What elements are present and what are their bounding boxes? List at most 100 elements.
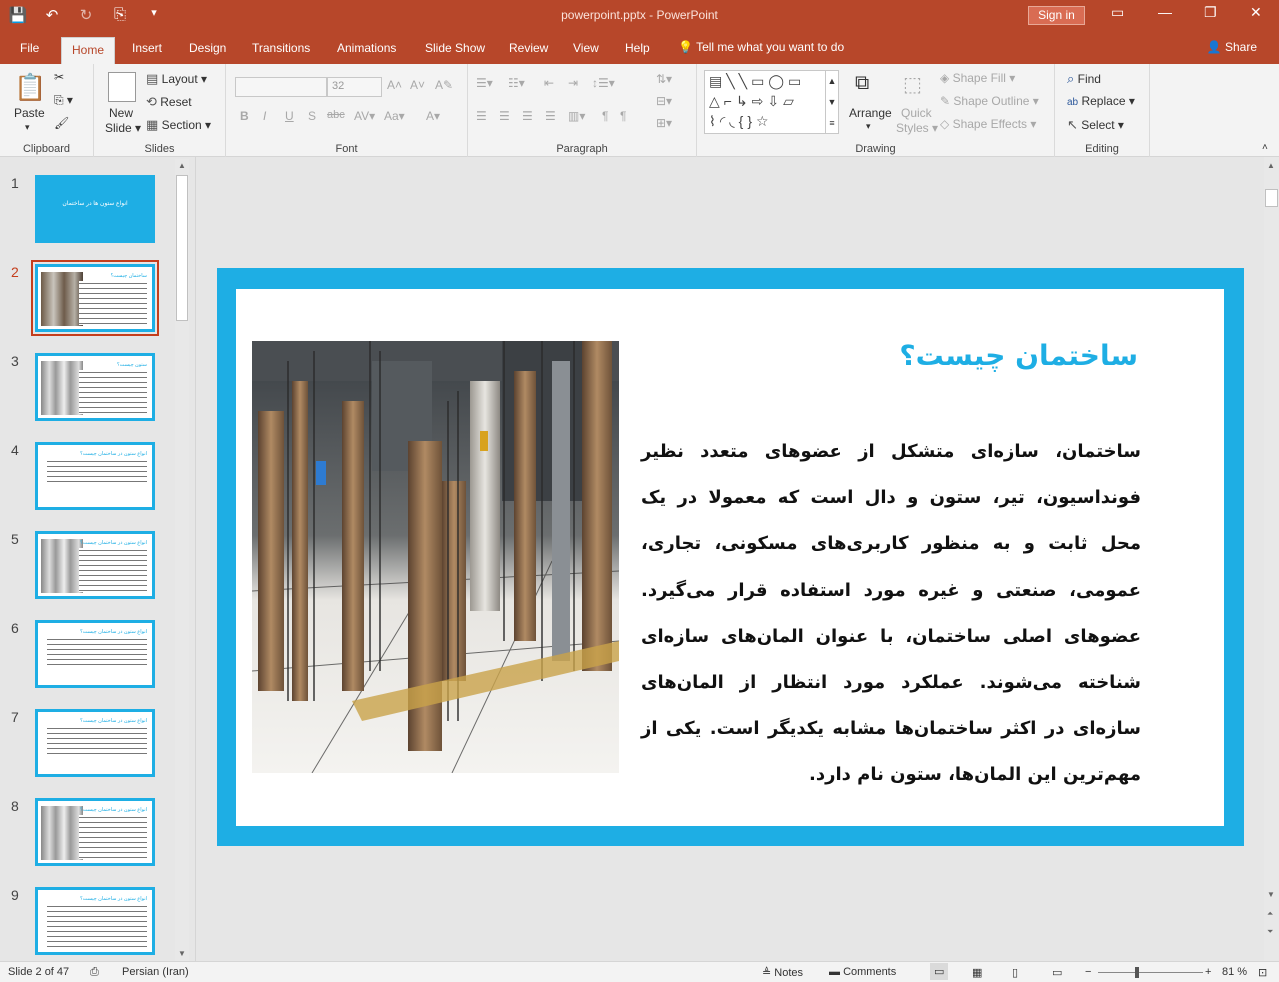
quick-styles-dropdown[interactable]: Styles ▾: [896, 121, 938, 135]
scroll-up-icon[interactable]: ▲: [178, 161, 186, 170]
increase-font-size-icon[interactable]: A˄: [387, 78, 402, 92]
thumbnail-image[interactable]: انواع ستون در ساختمان چیست؟: [35, 531, 155, 599]
ribbon-display-options-icon[interactable]: ▭: [1111, 4, 1124, 21]
collapse-ribbon-icon[interactable]: ˄: [1262, 142, 1268, 153]
share-button[interactable]: 👤 Share: [1207, 40, 1257, 54]
thumbnail-image[interactable]: انواع ستون در ساختمان چیست؟: [35, 709, 155, 777]
text-direction-icon[interactable]: ⇅▾: [656, 72, 672, 86]
reading-view-icon[interactable]: ▯: [1012, 966, 1018, 979]
thumbnail-image[interactable]: انواع ستون در ساختمان چیست؟: [35, 442, 155, 510]
thumbnail-image[interactable]: انواع ستون در ساختمان چیست؟: [35, 620, 155, 688]
slide-title[interactable]: ساختمان چیست؟: [899, 339, 1138, 372]
thumbnail-slide-1[interactable]: 1 انواع ستون ها در ساختمان: [0, 175, 190, 251]
smartart-icon[interactable]: ⊞▾: [656, 116, 672, 130]
thumbnail-slide-9[interactable]: 9 انواع ستون در ساختمان چیست؟: [0, 887, 190, 963]
thumbnail-image[interactable]: انواع ستون ها در ساختمان: [35, 175, 155, 243]
justify-icon[interactable]: ☰: [545, 109, 556, 123]
slide-sorter-icon[interactable]: ▦: [972, 966, 982, 979]
thumbnail-slide-6[interactable]: 6 انواع ستون در ساختمان چیست؟: [0, 620, 190, 696]
sign-in-button[interactable]: Sign in: [1028, 6, 1085, 25]
tab-help[interactable]: Help: [625, 41, 650, 55]
shape-outline-button[interactable]: ✎ Shape Outline ▾: [940, 94, 1039, 108]
align-text-icon[interactable]: ⊟▾: [656, 94, 672, 108]
tab-home[interactable]: Home: [61, 37, 116, 64]
slide-show-icon[interactable]: ▭: [1052, 966, 1062, 979]
underline-button[interactable]: U: [285, 109, 294, 123]
paste-icon[interactable]: 📋: [14, 72, 46, 103]
thumbnail-image[interactable]: انواع ستون در ساختمان چیست؟: [35, 798, 155, 866]
shapes-gallery[interactable]: ▤╲╲▭◯▭ △⌐↳⇨⇩▱ ⌇◜◟{}☆: [704, 70, 826, 134]
character-spacing-icon[interactable]: AV▾: [354, 109, 375, 123]
thumbnail-slide-4[interactable]: 4 انواع ستون در ساختمان چیست؟: [0, 442, 190, 518]
format-painter-icon[interactable]: 🖌: [54, 116, 69, 130]
shapes-scroll[interactable]: ▲ ▼ ≡: [825, 70, 839, 134]
construction-columns-photo[interactable]: [252, 341, 619, 773]
thumbnail-slide-5[interactable]: 5 انواع ستون در ساختمان چیست؟: [0, 531, 190, 607]
arrange-button[interactable]: Arrange: [849, 106, 892, 120]
clear-formatting-icon[interactable]: A✎: [435, 78, 453, 92]
thumbnail-image[interactable]: انواع ستون در ساختمان چیست؟: [35, 887, 155, 955]
align-left-icon[interactable]: ☰: [476, 109, 487, 123]
zoom-slider-thumb[interactable]: [1135, 967, 1139, 978]
line-spacing-icon[interactable]: ↕☰▾: [592, 76, 615, 90]
restore-icon[interactable]: ❐: [1204, 4, 1217, 21]
find-button[interactable]: ⌕ Find: [1067, 71, 1101, 87]
ltr-icon[interactable]: ¶: [620, 109, 626, 123]
thumbnail-slide-2[interactable]: 2 ساختمان چیست؟: [0, 260, 190, 340]
new-slide-button[interactable]: New: [109, 106, 133, 120]
language-indicator[interactable]: Persian (Iran): [122, 966, 189, 978]
tab-view[interactable]: View: [573, 41, 599, 55]
thumbnail-slide-7[interactable]: 7 انواع ستون در ساختمان چیست؟: [0, 709, 190, 785]
quick-styles-icon[interactable]: ⬚: [903, 72, 922, 97]
comments-button[interactable]: ▬ Comments: [829, 966, 896, 978]
thumbnail-image[interactable]: ساختمان چیست؟: [31, 260, 159, 336]
thumbnail-scroll-thumb[interactable]: [176, 175, 188, 321]
bullets-icon[interactable]: ☰▾: [476, 76, 493, 90]
tab-file[interactable]: File: [20, 41, 39, 55]
bold-button[interactable]: B: [240, 109, 249, 123]
replace-button[interactable]: ab Replace ▾: [1067, 94, 1135, 108]
italic-button[interactable]: I: [263, 109, 266, 123]
shape-effects-button[interactable]: ◇ Shape Effects ▾: [940, 117, 1036, 131]
spell-check-icon[interactable]: ⎙: [90, 966, 99, 979]
tell-me-search[interactable]: 💡 Tell me what you want to do: [678, 40, 844, 54]
reset-button[interactable]: ⟲ Reset: [146, 94, 192, 110]
columns-icon[interactable]: ▥▾: [568, 109, 585, 123]
copy-icon[interactable]: ⎘ ▾: [54, 93, 73, 108]
zoom-in-icon[interactable]: +: [1205, 966, 1211, 978]
thumbnail-slide-8[interactable]: 8 انواع ستون در ساختمان چیست؟: [0, 798, 190, 874]
select-button[interactable]: ↖ Select ▾: [1067, 117, 1124, 133]
tab-slide-show[interactable]: Slide Show: [425, 41, 485, 55]
arrange-dropdown-icon[interactable]: ▾: [866, 121, 871, 132]
new-slide-icon[interactable]: [108, 72, 136, 102]
zoom-slider-track[interactable]: [1098, 972, 1203, 973]
thumbnail-image[interactable]: ستون چیست؟: [35, 353, 155, 421]
align-center-icon[interactable]: ☰: [499, 109, 510, 123]
rtl-icon[interactable]: ¶: [602, 109, 608, 123]
slide-scrollbar[interactable]: ▲ ▼ ⏶ ⏷: [1264, 157, 1279, 961]
paste-button[interactable]: Paste: [14, 106, 45, 120]
tab-transitions[interactable]: Transitions: [252, 41, 310, 55]
scroll-up-icon[interactable]: ▲: [1267, 161, 1275, 170]
shape-fill-button[interactable]: ◈ Shape Fill ▾: [940, 71, 1015, 85]
font-color-icon[interactable]: A▾: [426, 109, 440, 123]
increase-indent-icon[interactable]: ⇥: [568, 76, 578, 90]
strikethrough-button[interactable]: abc: [327, 109, 345, 121]
notes-button[interactable]: ≜ Notes: [762, 966, 803, 979]
new-slide-dropdown[interactable]: Slide ▾: [105, 121, 141, 135]
decrease-font-size-icon[interactable]: A˅: [410, 78, 425, 92]
scroll-down-icon[interactable]: ▼: [1267, 890, 1275, 899]
scroll-down-icon[interactable]: ▼: [178, 949, 186, 958]
zoom-level[interactable]: 81 %: [1222, 966, 1247, 978]
thumbnail-slide-3[interactable]: 3 ستون چیست؟: [0, 353, 190, 429]
tab-insert[interactable]: Insert: [132, 41, 162, 55]
current-slide[interactable]: ساختمان چیست؟ ساختمان، سازه‌ای متشکل از …: [217, 268, 1244, 846]
font-name-combo[interactable]: [235, 77, 327, 97]
section-button[interactable]: ▦ Section ▾: [146, 117, 211, 133]
arrange-icon[interactable]: ⧉: [855, 72, 869, 95]
slide-scroll-thumb[interactable]: [1265, 189, 1278, 207]
text-shadow-button[interactable]: S: [308, 109, 316, 123]
align-right-icon[interactable]: ☰: [522, 109, 533, 123]
thumbnail-scrollbar[interactable]: ▲ ▼: [175, 159, 189, 961]
tab-design[interactable]: Design: [189, 41, 226, 55]
